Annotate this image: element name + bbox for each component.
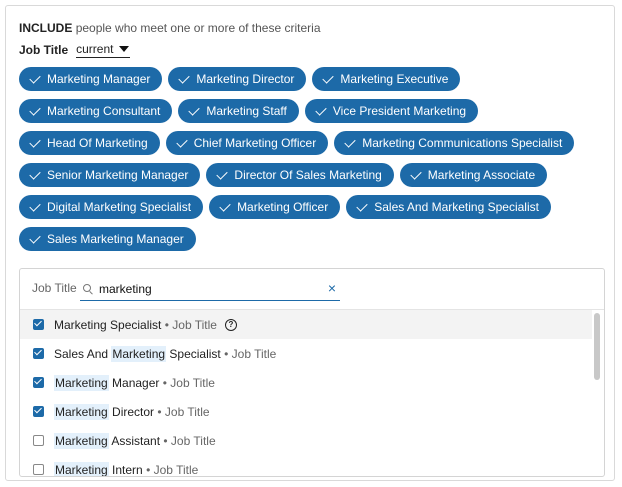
search-label: Job Title: [32, 281, 77, 295]
chip[interactable]: Marketing Executive: [312, 67, 461, 91]
chip-label: Marketing Associate: [427, 168, 536, 182]
check-icon: [188, 103, 201, 116]
result-text: Marketing Assistant • Job Title: [54, 432, 216, 449]
chip-label: Digital Marketing Specialist: [47, 200, 192, 214]
include-heading: INCLUDE people who meet one or more of t…: [19, 21, 321, 35]
chip[interactable]: Marketing Officer: [209, 195, 341, 219]
checkbox-unchecked[interactable]: [33, 464, 44, 475]
chip-label: Marketing Manager: [47, 72, 151, 86]
checkbox-checked[interactable]: [33, 348, 44, 359]
chip[interactable]: Marketing Manager: [19, 67, 163, 91]
checkbox-checked[interactable]: [33, 406, 44, 417]
check-icon: [410, 167, 422, 180]
chip[interactable]: Head Of Marketing: [19, 131, 160, 155]
result-text: Marketing Director • Job Title: [54, 403, 210, 420]
job-title-label: Job Title: [19, 43, 69, 57]
chip-label: Marketing Officer: [237, 200, 329, 214]
check-icon: [344, 135, 356, 148]
chip[interactable]: Director Of Sales Marketing: [206, 163, 394, 187]
selected-chips: Marketing Manager Marketing Director Mar…: [19, 67, 599, 259]
chip-label: Vice President Marketing: [332, 104, 467, 118]
check-icon: [29, 231, 41, 244]
check-icon: [29, 167, 41, 180]
chip-label: Marketing Staff: [206, 104, 287, 118]
chip[interactable]: Senior Marketing Manager: [19, 163, 201, 187]
chip[interactable]: Vice President Marketing: [304, 99, 479, 123]
result-text: Marketing Manager • Job Title: [54, 374, 215, 391]
results-list: Marketing Specialist • Job Title ? Sales…: [20, 310, 592, 477]
results-scrollbar[interactable]: [593, 310, 601, 475]
include-label: INCLUDE: [19, 21, 73, 35]
search-dropdown-panel: Job Title × Marketing Specialist • Job T…: [19, 268, 605, 477]
include-text: people who meet one or more of these cri…: [75, 21, 321, 35]
current-dropdown[interactable]: current: [76, 42, 131, 58]
chip[interactable]: Sales And Marketing Specialist: [346, 195, 551, 219]
result-text: Sales And Marketing Specialist • Job Tit…: [54, 345, 277, 362]
check-icon: [29, 135, 41, 148]
current-dropdown-value: current: [76, 42, 114, 56]
chip[interactable]: Sales Marketing Manager: [19, 227, 196, 251]
chip[interactable]: Marketing Director: [168, 67, 307, 91]
check-icon: [29, 103, 41, 116]
search-row: Job Title ×: [20, 269, 604, 310]
question-circle-icon[interactable]: ?: [224, 318, 237, 331]
check-icon: [322, 71, 335, 84]
chip[interactable]: Digital Marketing Specialist: [19, 195, 204, 219]
chip-label: Marketing Executive: [340, 72, 449, 86]
chip-label: Marketing Director: [196, 72, 295, 86]
chip[interactable]: Marketing Communications Specialist: [334, 131, 575, 155]
list-item[interactable]: Marketing Manager • Job Title: [20, 368, 592, 397]
list-item[interactable]: Marketing Specialist • Job Title ?: [20, 310, 592, 339]
checkbox-checked[interactable]: [33, 377, 44, 388]
chip-label: Sales And Marketing Specialist: [374, 200, 539, 214]
chip-label: Sales Marketing Manager: [47, 232, 184, 246]
job-title-filter: Job Title current: [19, 42, 131, 58]
close-icon[interactable]: ×: [328, 281, 336, 295]
list-item[interactable]: Sales And Marketing Specialist • Job Tit…: [20, 339, 592, 368]
check-icon: [176, 135, 188, 148]
scrollbar-thumb[interactable]: [594, 313, 600, 380]
checkbox-unchecked[interactable]: [33, 435, 44, 446]
chip[interactable]: Marketing Associate: [399, 163, 548, 187]
check-icon: [216, 167, 229, 180]
chip[interactable]: Chief Marketing Officer: [165, 131, 329, 155]
check-icon: [29, 199, 41, 212]
list-item[interactable]: Marketing Director • Job Title: [20, 397, 592, 426]
chip-label: Marketing Consultant: [47, 104, 161, 118]
search-icon: [82, 283, 94, 295]
chip[interactable]: Marketing Consultant: [19, 99, 173, 123]
caret-down-icon: [119, 46, 130, 52]
result-text: Marketing Specialist • Job Title: [54, 317, 217, 332]
chip-label: Senior Marketing Manager: [47, 168, 189, 182]
chip-label: Chief Marketing Officer: [193, 136, 317, 150]
list-item[interactable]: Marketing Intern • Job Title: [20, 455, 592, 477]
check-icon: [219, 199, 231, 212]
chip-label: Director Of Sales Marketing: [234, 168, 382, 182]
check-icon: [178, 71, 191, 84]
chip-label: Head Of Marketing: [47, 136, 148, 150]
search-box[interactable]: ×: [80, 278, 340, 301]
result-text: Marketing Intern • Job Title: [54, 461, 199, 477]
list-item[interactable]: Marketing Assistant • Job Title: [20, 426, 592, 455]
check-icon: [356, 199, 368, 212]
chip-label: Marketing Communications Specialist: [362, 136, 563, 150]
check-icon: [29, 71, 41, 84]
search-input[interactable]: [99, 282, 299, 296]
check-icon: [315, 103, 327, 116]
checkbox-checked[interactable]: [33, 319, 44, 330]
chip[interactable]: Marketing Staff: [178, 99, 299, 123]
